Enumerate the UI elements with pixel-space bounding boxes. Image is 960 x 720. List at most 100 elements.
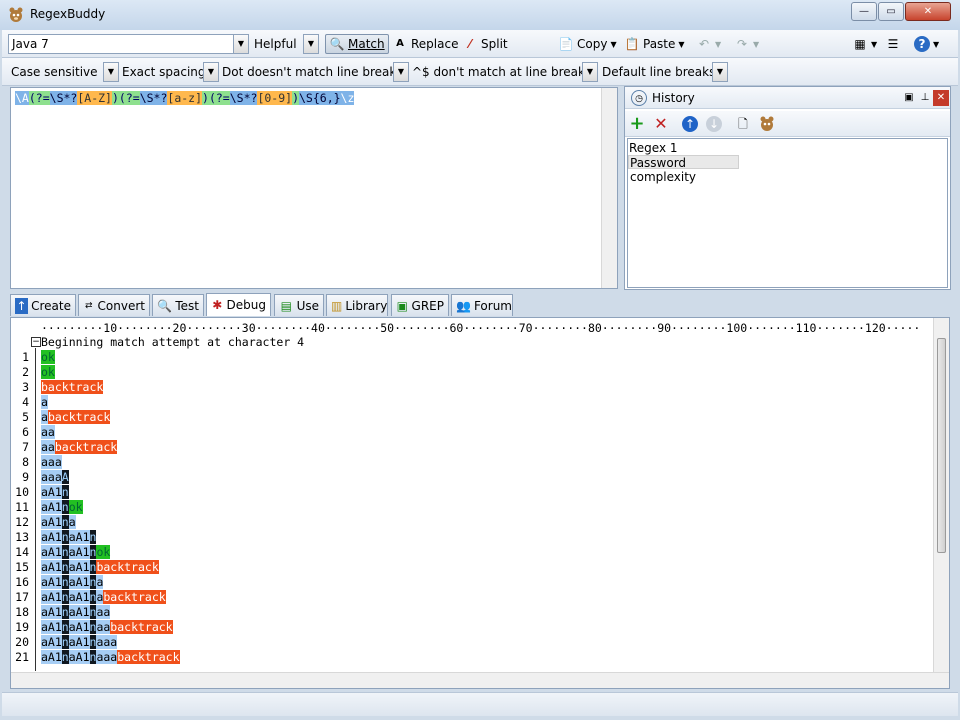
regex-text[interactable]: \A(?=\S*?[A-Z])(?=\S*?[a-z])(?=\S*?[0-9]… [15,91,355,105]
debug-segment: backtrack [54,440,118,454]
regex-token[interactable]: [a-z] [167,91,203,105]
regex-token[interactable]: \S*? [229,91,258,105]
debug-line: 4a [11,395,48,410]
restore-pane-icon[interactable]: ▣ [901,90,917,106]
regex-token[interactable]: (?= [28,91,50,105]
caret-select[interactable]: ^$ don't match at line breaks [409,62,582,82]
copy-button[interactable]: 📄 Copy ▼ [558,34,617,54]
flavor-select[interactable]: Java 7 [8,34,234,54]
close-button[interactable]: ✕ [905,2,951,21]
regex-token[interactable]: [0-9] [257,91,293,105]
line-number: 8 [22,455,29,469]
debug-segment: backtrack [47,410,111,424]
undo-button[interactable]: ↶ ▼ [696,34,721,54]
maximize-button[interactable]: ▭ [878,2,904,21]
tab-convert[interactable]: ⇄ Convert [78,294,150,316]
debug-segment: aaa [41,470,62,484]
new-document-icon[interactable]: 🗋 [735,116,751,132]
regex-token[interactable]: \z [340,91,355,105]
tab-forum-label: Forum [473,298,512,313]
paste-label: Paste [643,37,676,51]
tab-test[interactable]: 🔍 Test [152,294,204,316]
debug-segment: a [41,410,48,424]
dot-dropdown-icon[interactable]: ▼ [393,62,409,82]
debug-line: 11 aA1nok [11,500,83,515]
move-down-icon[interactable]: ↓ [706,116,722,132]
regex-editor[interactable]: \A(?=\S*?[A-Z])(?=\S*?[a-z])(?=\S*?[0-9]… [10,87,618,289]
add-icon[interactable]: + [629,115,645,133]
pin-icon[interactable]: ⊥ [917,90,933,106]
regex-token[interactable]: (?= [118,91,140,105]
tab-library[interactable]: ▥ Library [326,294,388,316]
history-item[interactable]: Regex 1 [629,141,678,155]
regex-token[interactable]: [A-Z] [77,91,112,105]
debug-segment: A [61,470,69,484]
caret-dropdown-icon[interactable]: ▼ [582,62,598,82]
line-number: 17 [15,590,29,604]
delete-icon[interactable]: ✕ [653,116,669,132]
regex-token[interactable]: \S{6,} [299,91,341,105]
tab-grep[interactable]: ▣ GREP [391,294,449,316]
regex-token[interactable]: ) [292,91,299,105]
collapse-toggle-icon[interactable]: − [31,337,41,347]
debug-segment: n [61,485,69,499]
line-number: 6 [22,425,29,439]
regex-token[interactable]: ) [111,91,119,105]
spacing-select[interactable]: Exact spacing [119,62,203,82]
tab-create[interactable]: ↑ Create [10,294,76,316]
minimize-button[interactable]: — [851,2,877,21]
line-number: 21 [15,650,29,664]
debug-segment: a [96,575,104,589]
line-number: 13 [15,530,29,544]
spacing-dropdown-icon[interactable]: ▼ [203,62,219,82]
magnifier-icon: 🔍 [329,37,345,51]
regex-token[interactable]: \A [15,91,29,105]
regex-token[interactable]: \S*? [139,91,168,105]
editor-scrollbar[interactable] [601,88,617,288]
regex-token[interactable]: \S*? [49,91,78,105]
debug-line: 6 aa [11,425,55,440]
tab-forum[interactable]: 👥 Forum [451,294,513,316]
tab-create-label: Create [31,298,71,313]
helpful-dropdown-icon[interactable]: ▼ [303,34,319,54]
layout-button[interactable]: ▦ ▼ [852,34,877,54]
debug-segment: aA1 [41,620,62,634]
tab-debug[interactable]: ✱ Debug [206,293,271,316]
regex-token[interactable]: (?= [208,91,230,105]
debug-segment: backtrack [117,650,180,664]
case-dropdown-icon[interactable]: ▼ [103,62,119,82]
replace-button[interactable]: A Replace [392,34,458,54]
move-up-icon[interactable]: ↑ [682,116,698,132]
debug-segment: aA1 [41,560,62,574]
linebreaks-select[interactable]: Default line breaks [599,62,713,82]
debug-segment: n [61,635,69,649]
redo-button[interactable]: ↷ ▼ [734,34,759,54]
scroll-thumb[interactable] [937,338,946,553]
debug-line: 14 aA1naA1nok [11,545,111,560]
debug-segment: aA1 [41,590,62,604]
match-button[interactable]: 🔍 Match [325,34,389,54]
case-select[interactable]: Case sensitive [8,62,104,82]
tab-use[interactable]: ▤ Use [274,294,324,316]
line-number: 11 [15,500,29,514]
history-clock-icon: ◷ [631,89,647,106]
debug-hscrollbar[interactable] [11,672,949,688]
dot-select[interactable]: Dot doesn't match line breaks [219,62,393,82]
split-button[interactable]: ⁄ Split [462,34,508,54]
line-number: 3 [22,380,29,394]
panes-button[interactable]: ☰ [885,34,901,54]
flavor-dropdown-icon[interactable]: ▼ [233,34,249,54]
debug-segment: aaa [96,635,118,649]
debug-segment: n [61,515,69,529]
paste-button[interactable]: 📋 Paste ▼ [624,34,685,54]
debug-vscrollbar[interactable] [933,318,949,672]
linebreaks-dropdown-icon[interactable]: ▼ [712,62,728,82]
close-pane-icon[interactable]: ✕ [933,90,949,106]
helpful-select[interactable]: Helpful [251,34,303,54]
regex-token[interactable]: ) [202,91,209,105]
debug-segment: n [61,560,69,574]
debug-line: 8 aaa [11,455,62,470]
history-item-selected[interactable]: Password complexity [628,155,739,184]
regexbuddy-icon[interactable] [759,116,775,132]
help-button[interactable]: ? ▼ [914,34,939,54]
